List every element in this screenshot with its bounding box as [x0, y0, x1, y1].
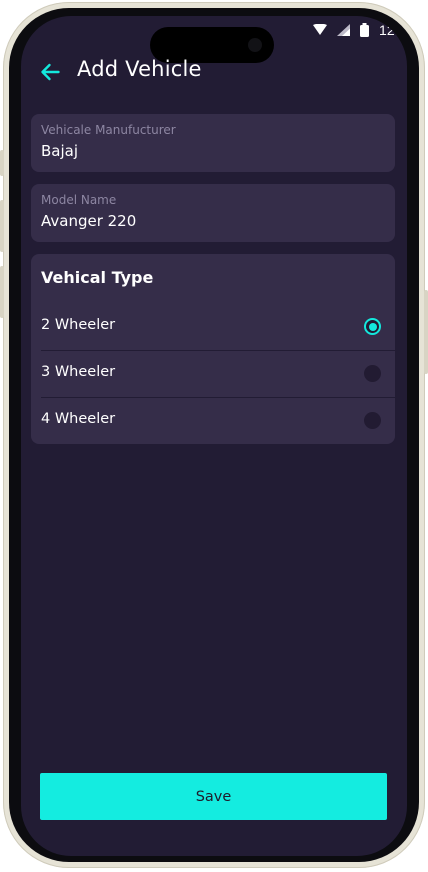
arrow-left-icon	[40, 63, 60, 85]
phone-power-button	[424, 290, 428, 374]
model-name-field[interactable]: Model Name Avanger 220	[31, 184, 395, 242]
radio-selected-icon[interactable]	[364, 318, 381, 335]
save-button[interactable]: Save	[40, 773, 387, 820]
manufacturer-label: Vehicale Manufucturer	[41, 123, 176, 137]
vehicle-type-option-3-wheeler[interactable]: 3 Wheeler	[31, 350, 395, 397]
phone-side-button	[0, 150, 4, 176]
app-screen: 12:3 Add Vehicle Vehicale Manufucturer B…	[21, 16, 407, 856]
signal-icon	[336, 24, 350, 36]
vehicle-type-option-2-wheeler[interactable]: 2 Wheeler	[31, 303, 395, 350]
radio-unselected-icon[interactable]	[364, 412, 381, 429]
manufacturer-value: Bajaj	[41, 142, 79, 160]
option-label: 2 Wheeler	[41, 317, 116, 333]
vehicle-type-title: Vehical Type	[41, 268, 154, 287]
model-name-label: Model Name	[41, 193, 117, 207]
phone-volume-down-button	[0, 266, 4, 318]
phone-volume-up-button	[0, 200, 4, 252]
radio-unselected-icon[interactable]	[364, 365, 381, 382]
app-header: Add Vehicle	[21, 54, 407, 92]
status-bar: 12:3	[312, 21, 407, 39]
option-label: 4 Wheeler	[41, 411, 116, 427]
battery-icon	[359, 23, 369, 37]
wifi-icon	[312, 24, 327, 36]
model-name-value: Avanger 220	[41, 212, 137, 230]
status-time: 12:3	[378, 22, 407, 38]
back-button[interactable]	[38, 62, 62, 86]
manufacturer-field[interactable]: Vehicale Manufucturer Bajaj	[31, 114, 395, 172]
option-label: 3 Wheeler	[41, 364, 116, 380]
front-camera	[248, 38, 262, 52]
vehicle-type-card: Vehical Type 2 Wheeler 3 Wheeler 4 Wheel…	[31, 254, 395, 444]
vehicle-type-option-4-wheeler[interactable]: 4 Wheeler	[31, 397, 395, 444]
page-title: Add Vehicle	[77, 57, 202, 81]
